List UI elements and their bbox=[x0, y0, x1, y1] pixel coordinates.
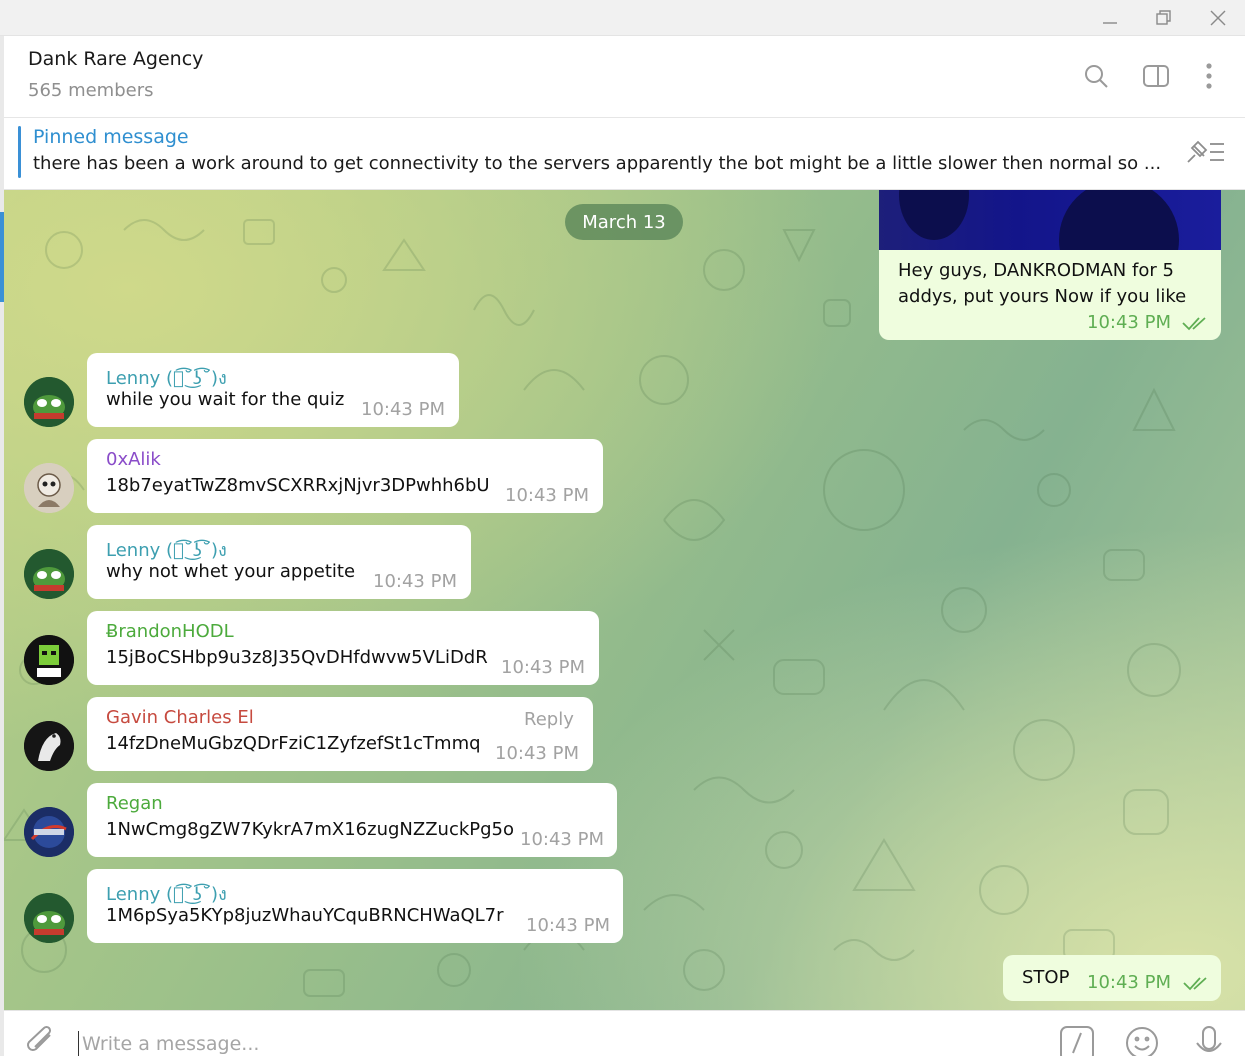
message-time: 10:43 PM bbox=[526, 915, 610, 936]
message-bubble[interactable]: ɃrandonHODL 15jBoCSHbp9u3z8J35QvDHfdwvw5… bbox=[87, 611, 599, 685]
unpin-icon bbox=[1187, 140, 1224, 163]
pinned-title: Pinned message bbox=[33, 126, 189, 148]
sender-name[interactable]: Lenny (ง͡˘͜ʖ͡˘)ง bbox=[106, 363, 227, 392]
pinned-indicator-bar bbox=[18, 126, 21, 178]
message-text: 1M6pSya5KYp8juzWhauYCquBRNCHWaQL7r bbox=[106, 905, 504, 926]
paperclip-icon bbox=[27, 1025, 52, 1051]
restore-icon bbox=[1156, 10, 1171, 25]
outgoing-time-1: 10:43 PM bbox=[1087, 312, 1171, 333]
message-bubble[interactable]: Lenny (ง͡˘͜ʖ͡˘)ง 1M6pSya5KYp8juzWhauYCqu… bbox=[87, 869, 623, 943]
message-bubble[interactable]: Regan 1NwCmg8gZW7KykrA7mX16zugNZZuckPg5o… bbox=[87, 783, 617, 857]
avatar-lenny[interactable] bbox=[24, 549, 74, 599]
message-bubble[interactable]: Lenny (ง͡˘͜ʖ͡˘)ง while you wait for the … bbox=[87, 353, 459, 427]
avatar-0xalik[interactable] bbox=[24, 463, 74, 513]
sender-name[interactable]: 0xAlik bbox=[106, 449, 161, 470]
message-time: 10:43 PM bbox=[520, 829, 604, 850]
sidebar-toggle-button[interactable] bbox=[1138, 58, 1174, 94]
outgoing-text-line1: Hey guys, DANKRODMAN for 5 bbox=[898, 260, 1174, 281]
more-options-button[interactable] bbox=[1191, 58, 1227, 94]
message-composer bbox=[4, 1010, 1245, 1056]
message-time: 10:43 PM bbox=[373, 571, 457, 592]
message-input[interactable] bbox=[78, 1031, 978, 1056]
voice-message-button[interactable] bbox=[1192, 1025, 1226, 1056]
date-separator: March 13 bbox=[565, 204, 683, 240]
member-count: 565 members bbox=[28, 80, 154, 101]
double-check-icon bbox=[1181, 314, 1211, 336]
search-button[interactable] bbox=[1078, 58, 1114, 94]
message-time: 10:43 PM bbox=[505, 485, 589, 506]
more-vertical-icon bbox=[1206, 63, 1212, 89]
sender-name[interactable]: Regan bbox=[106, 793, 163, 814]
outgoing-message-2[interactable]: STOP 10:43 PM bbox=[1003, 955, 1221, 1001]
message-time: 10:43 PM bbox=[495, 743, 579, 764]
window-titlebar bbox=[0, 0, 1245, 36]
chat-messages-area[interactable]: March 13 Hey guys, DANKRODMAN for 5 addy… bbox=[4, 190, 1245, 1010]
avatar-brandonhodl[interactable] bbox=[24, 635, 74, 685]
message-text: 18b7eyatTwZ8mvSCXRRxjNjvr3DPwhh6bU bbox=[106, 475, 490, 496]
emoji-icon bbox=[1126, 1027, 1158, 1056]
reply-button[interactable]: Reply bbox=[524, 709, 574, 730]
sender-name[interactable]: Lenny (ง͡˘͜ʖ͡˘)ง bbox=[106, 879, 227, 908]
sidebar-toggle-icon bbox=[1143, 65, 1169, 87]
outgoing-text: STOP bbox=[1022, 967, 1070, 988]
attach-button[interactable] bbox=[24, 1025, 58, 1056]
chat-header[interactable]: Dank Rare Agency 565 members bbox=[4, 36, 1245, 118]
bot-commands-button[interactable] bbox=[1059, 1025, 1095, 1056]
message-text: why not whet your appetite bbox=[106, 561, 356, 582]
restore-button[interactable] bbox=[1137, 0, 1191, 36]
avatar-gavin[interactable] bbox=[24, 721, 74, 771]
message-bubble[interactable]: Gavin Charles El Reply 14fzDneMuGbzQDrFz… bbox=[87, 697, 593, 771]
outgoing-time-2: 10:43 PM bbox=[1087, 972, 1171, 993]
sender-name[interactable]: Lenny (ง͡˘͜ʖ͡˘)ง bbox=[106, 535, 227, 564]
minimize-icon bbox=[1103, 22, 1117, 24]
message-bubble[interactable]: 0xAlik 18b7eyatTwZ8mvSCXRRxjNjvr3DPwhh6b… bbox=[87, 439, 603, 513]
message-time: 10:43 PM bbox=[361, 399, 445, 420]
avatar-regan[interactable] bbox=[24, 807, 74, 857]
message-text: 1NwCmg8gZW7KykrA7mX16zugNZZuckPg5o bbox=[106, 819, 515, 840]
outgoing-media-image[interactable] bbox=[879, 190, 1221, 250]
outgoing-message-1[interactable]: Hey guys, DANKRODMAN for 5 addys, put yo… bbox=[879, 250, 1221, 340]
message-text: while you wait for the quiz bbox=[106, 389, 345, 410]
emoji-button[interactable] bbox=[1124, 1025, 1160, 1056]
double-check-icon bbox=[1182, 974, 1212, 996]
avatar-lenny[interactable] bbox=[24, 893, 74, 943]
unpin-button[interactable] bbox=[1184, 136, 1228, 168]
message-text: 15jBoCSHbp9u3z8J35QvDHfdwvw5VLiDdR bbox=[106, 647, 488, 668]
outgoing-text-line2: addys, put yours Now if you like bbox=[898, 286, 1187, 307]
pinned-message-bar[interactable]: Pinned message there has been a work aro… bbox=[4, 118, 1245, 190]
pinned-text: there has been a work around to get conn… bbox=[33, 153, 1162, 174]
sender-name[interactable]: ɃrandonHODL bbox=[106, 621, 234, 642]
chat-title: Dank Rare Agency bbox=[28, 48, 204, 70]
slash-commands-icon bbox=[1060, 1026, 1094, 1056]
close-window-button[interactable] bbox=[1191, 0, 1245, 36]
close-icon bbox=[1210, 10, 1226, 26]
sender-name[interactable]: Gavin Charles El bbox=[106, 707, 254, 728]
message-time: 10:43 PM bbox=[501, 657, 585, 678]
message-text: 14fzDneMuGbzQDrFziC1ZyfzefSt1cTmmq bbox=[106, 733, 481, 754]
avatar-lenny[interactable] bbox=[24, 377, 74, 427]
minimize-button[interactable] bbox=[1083, 0, 1137, 36]
microphone-icon bbox=[1196, 1026, 1222, 1052]
message-bubble[interactable]: Lenny (ง͡˘͜ʖ͡˘)ง why not whet your appet… bbox=[87, 525, 471, 599]
search-icon bbox=[1085, 65, 1108, 88]
